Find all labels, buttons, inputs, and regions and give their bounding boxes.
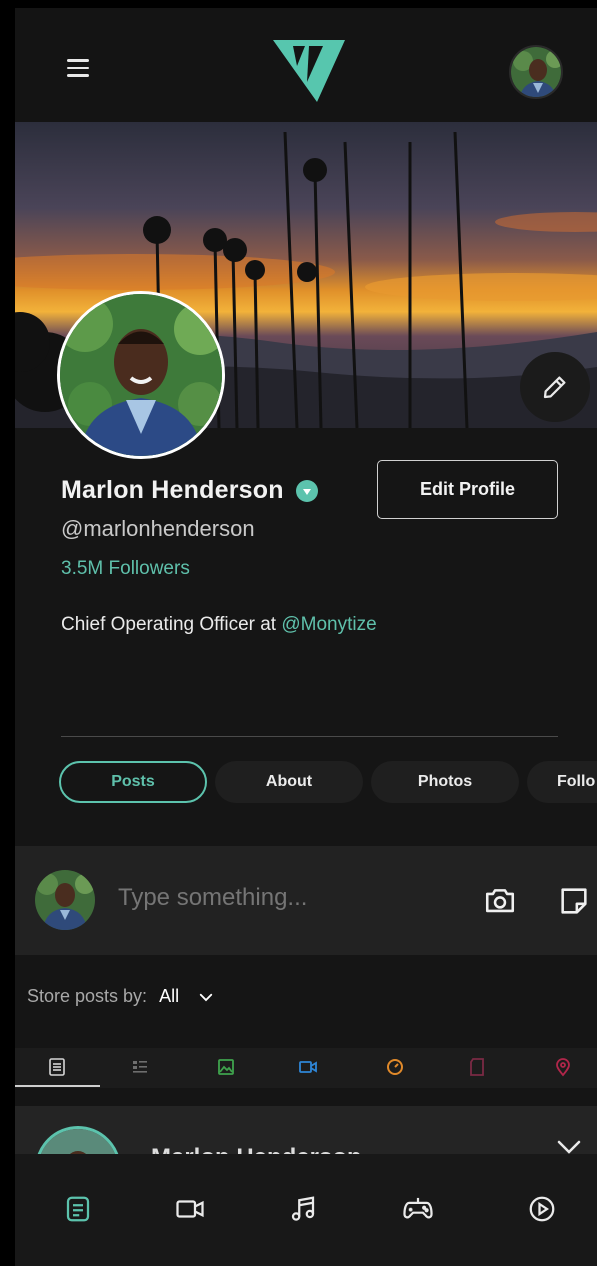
profile-name: Marlon Henderson — [61, 476, 284, 504]
tab-posts[interactable]: Posts — [59, 761, 207, 803]
tab-followers[interactable]: Follo — [527, 761, 597, 803]
post-filter-bar — [15, 1048, 597, 1088]
chevron-down-icon[interactable] — [197, 988, 215, 1006]
audio-icon[interactable] — [385, 1057, 405, 1077]
composer-input[interactable] — [118, 884, 448, 912]
location-icon[interactable] — [553, 1057, 573, 1077]
video-icon[interactable] — [298, 1057, 318, 1077]
filter-active-underline — [15, 1085, 100, 1087]
profile-tabs: Posts About Photos Follo — [59, 761, 597, 803]
name-row: Marlon Henderson — [61, 476, 318, 505]
menu-line — [67, 66, 89, 69]
play-icon — [529, 1196, 555, 1222]
list-icon[interactable] — [47, 1057, 67, 1077]
posts-icon — [66, 1196, 90, 1222]
nav-play[interactable] — [525, 1192, 559, 1226]
sort-label: Store posts by: — [27, 986, 148, 1006]
bio-mention-link[interactable]: @Monytize — [281, 614, 376, 635]
menu-line — [67, 59, 89, 62]
composer-avatar — [35, 870, 95, 930]
pencil-icon — [543, 376, 566, 399]
tab-about[interactable]: About — [215, 761, 363, 803]
top-header — [15, 8, 597, 122]
video-icon — [176, 1200, 204, 1218]
nav-games[interactable] — [401, 1192, 435, 1226]
note-icon[interactable] — [557, 884, 591, 918]
sort-row: Store posts by: All — [27, 986, 215, 1007]
followers-count[interactable]: 3.5M Followers — [61, 558, 190, 580]
left-edge — [0, 0, 15, 1266]
edit-cover-button[interactable] — [520, 352, 590, 422]
edit-profile-button[interactable]: Edit Profile — [377, 460, 558, 519]
profile-bio: Chief Operating Officer at @Monytize — [61, 614, 377, 636]
tab-photos[interactable]: Photos — [371, 761, 519, 803]
nav-music[interactable] — [286, 1192, 320, 1226]
header-avatar[interactable] — [509, 45, 563, 99]
verified-badge-icon — [295, 479, 318, 502]
nav-video[interactable] — [173, 1192, 207, 1226]
menu-line — [67, 74, 89, 77]
app-window: Marlon Henderson @marlonhenderson 3.5M F… — [15, 8, 597, 1266]
divider — [61, 736, 558, 737]
sort-value[interactable]: All — [159, 986, 179, 1007]
hamburger-menu-button[interactable] — [65, 54, 93, 82]
image-icon[interactable] — [216, 1057, 236, 1077]
profile-handle: @marlonhenderson — [61, 516, 255, 541]
gamepad-icon — [403, 1197, 433, 1219]
file-icon[interactable] — [467, 1057, 487, 1077]
monytize-logo-icon[interactable] — [273, 38, 345, 104]
camera-icon[interactable] — [482, 884, 518, 918]
bio-text: Chief Operating Officer at — [61, 614, 277, 635]
music-icon — [291, 1196, 315, 1221]
profile-avatar[interactable] — [57, 291, 225, 459]
bottom-navigation — [15, 1154, 597, 1266]
post-composer — [15, 846, 597, 955]
nav-posts[interactable] — [61, 1192, 95, 1226]
article-icon[interactable] — [130, 1057, 150, 1077]
